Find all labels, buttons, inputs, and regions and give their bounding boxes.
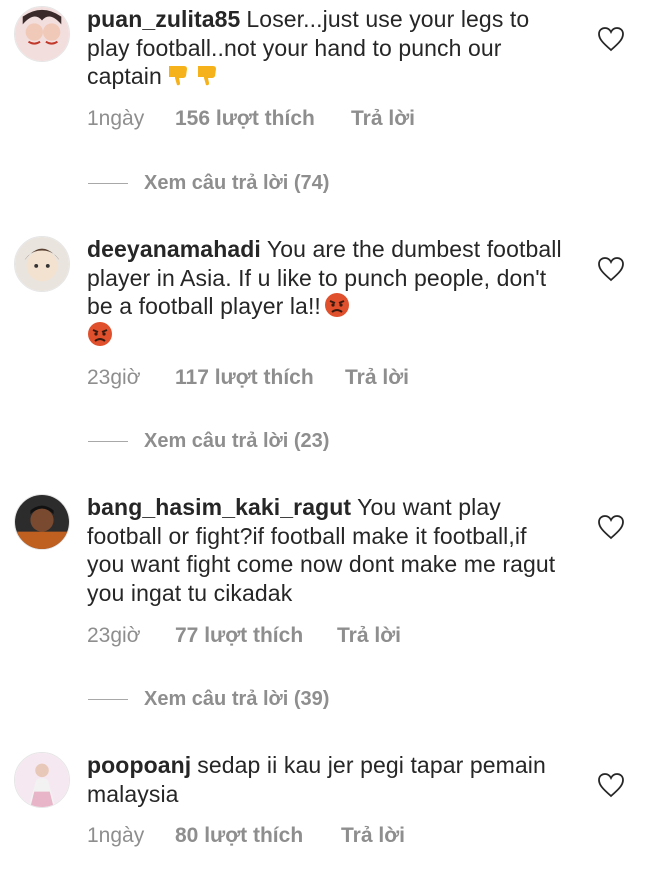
- comment-time: 23giờ: [87, 624, 141, 647]
- view-replies-label: Xem câu trả lời (74): [144, 172, 330, 194]
- view-replies-label: Xem câu trả lời (23): [144, 430, 330, 452]
- comment-time: 1ngày: [87, 824, 145, 847]
- avatar[interactable]: [14, 236, 70, 292]
- comment-text: deeyanamahadi You are the dumbest footbal…: [87, 235, 567, 349]
- divider: [88, 183, 128, 185]
- reply-button[interactable]: Trả lời: [345, 366, 409, 390]
- divider: [88, 441, 128, 443]
- like-count[interactable]: 156 lượt thích: [175, 107, 351, 131]
- comment-text: puan_zulita85 Loser...just use your legs …: [87, 5, 567, 91]
- thumbs-down-icon: [197, 66, 216, 86]
- like-count[interactable]: 80 lượt thích: [175, 824, 341, 848]
- reply-button[interactable]: Trả lời: [341, 824, 405, 848]
- comment-username[interactable]: bang_hasim_kaki_ragut: [87, 494, 351, 520]
- comment-text: poopoanj sedap ii kau jer pegi tapar pema…: [87, 751, 567, 808]
- comment-meta: 1ngày 156 lượt thích Trả lời: [87, 107, 415, 131]
- angry-face-icon: [324, 293, 349, 317]
- comment-meta: 1ngày 80 lượt thích Trả lời: [87, 824, 405, 848]
- comment-meta: 23giờ 77 lượt thích Trả lời: [87, 624, 401, 648]
- heart-icon[interactable]: [597, 772, 625, 798]
- angry-face-icon: [88, 321, 112, 346]
- divider: [88, 699, 128, 701]
- like-count[interactable]: 117 lượt thích: [175, 366, 345, 390]
- comment-username[interactable]: deeyanamahadi: [87, 236, 261, 262]
- comment-username[interactable]: poopoanj: [87, 752, 191, 778]
- thumbs-down-icon: [168, 66, 187, 86]
- view-replies-label: Xem câu trả lời (39): [144, 688, 330, 710]
- avatar[interactable]: [14, 494, 70, 550]
- comment-time: 23giờ: [87, 366, 141, 389]
- heart-icon[interactable]: [597, 256, 625, 282]
- reply-button[interactable]: Trả lời: [351, 107, 415, 131]
- comment-meta: 23giờ 117 lượt thích Trả lời: [87, 366, 409, 390]
- view-replies-button[interactable]: Xem câu trả lời (74): [88, 172, 329, 195]
- view-replies-button[interactable]: Xem câu trả lời (39): [88, 688, 329, 711]
- view-replies-button[interactable]: Xem câu trả lời (23): [88, 430, 329, 453]
- avatar[interactable]: [14, 6, 70, 62]
- comment-username[interactable]: puan_zulita85: [87, 6, 240, 32]
- heart-icon[interactable]: [597, 26, 625, 52]
- comment-text: bang_hasim_kaki_ragut You want play footb…: [87, 493, 567, 607]
- avatar[interactable]: [14, 752, 70, 808]
- like-count[interactable]: 77 lượt thích: [175, 624, 337, 648]
- comment-time: 1ngày: [87, 107, 145, 130]
- reply-button[interactable]: Trả lời: [337, 624, 401, 648]
- heart-icon[interactable]: [597, 514, 625, 540]
